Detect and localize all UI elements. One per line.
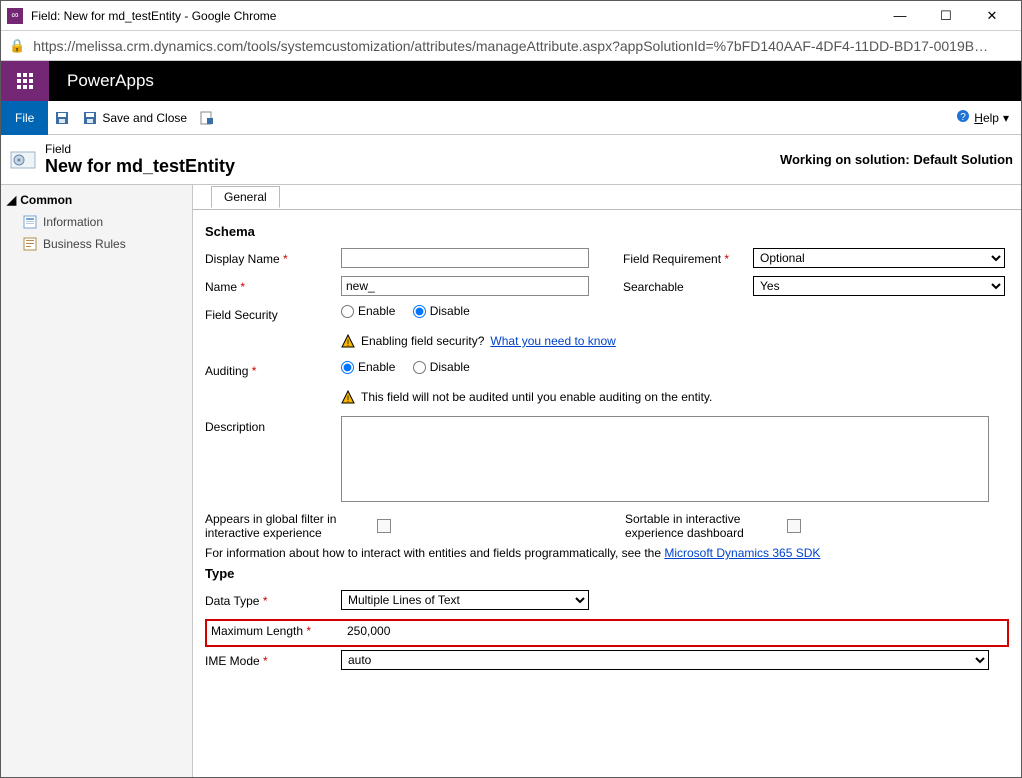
field-security-help-link[interactable]: What you need to know: [490, 334, 615, 348]
properties-icon: [199, 110, 215, 126]
save-close-icon: [82, 110, 98, 126]
close-window-button[interactable]: ✕: [969, 1, 1015, 31]
field-requirement-select[interactable]: Optional: [753, 248, 1005, 268]
window-title: Field: New for md_testEntity - Google Ch…: [31, 9, 877, 23]
data-type-select[interactable]: Multiple Lines of Text: [341, 590, 589, 610]
nav-item-label: Information: [43, 215, 103, 229]
section-schema: Schema: [205, 224, 1009, 239]
section-type: Type: [205, 566, 1009, 581]
lock-icon: 🔒: [9, 38, 25, 54]
auditing-enable-radio[interactable]: Enable: [341, 360, 395, 374]
auditing-warning-text: This field will not be audited until you…: [361, 390, 712, 404]
nav-item-information[interactable]: Information: [1, 211, 192, 233]
field-requirement-label: Field Requirement: [623, 248, 753, 266]
display-name-input[interactable]: [341, 248, 589, 268]
description-textarea[interactable]: [341, 416, 989, 502]
warning-icon: !: [341, 390, 355, 404]
solution-indicator: Working on solution: Default Solution: [780, 152, 1013, 167]
field-security-warning-text: Enabling field security?: [361, 334, 484, 348]
auditing-label: Auditing: [205, 360, 341, 378]
chevron-down-icon: ▾: [1003, 111, 1009, 125]
display-name-label: Display Name: [205, 248, 341, 266]
nav-item-label: Business Rules: [43, 237, 126, 251]
nav-item-business-rules[interactable]: Business Rules: [1, 233, 192, 255]
caret-down-icon: ◢: [7, 193, 16, 207]
ime-mode-select[interactable]: auto: [341, 650, 989, 670]
searchable-select[interactable]: Yes: [753, 276, 1005, 296]
help-menu[interactable]: ? Help ▾: [956, 109, 1021, 126]
name-label: Name: [205, 276, 341, 294]
help-icon: ?: [956, 109, 970, 126]
nav-section-common[interactable]: ◢ Common: [1, 189, 192, 211]
sdk-link[interactable]: Microsoft Dynamics 365 SDK: [664, 546, 820, 560]
max-length-label: Maximum Length: [211, 624, 347, 638]
appears-global-filter-checkbox[interactable]: [377, 519, 391, 533]
address-bar[interactable]: https://melissa.crm.dynamics.com/tools/s…: [33, 38, 993, 54]
sdk-info-text: For information about how to interact wi…: [205, 546, 664, 560]
form-title: New for md_testEntity: [45, 156, 780, 177]
field-security-disable-radio[interactable]: Disable: [413, 304, 470, 318]
save-and-close-button[interactable]: Save and Close: [76, 101, 193, 135]
form-icon: [23, 215, 37, 229]
svg-text:?: ?: [961, 112, 967, 123]
appears-global-filter-label: Appears in global filter in interactive …: [205, 512, 365, 540]
warning-icon: !: [341, 334, 355, 348]
save-button[interactable]: [48, 101, 76, 135]
rules-icon: [23, 237, 37, 251]
max-length-input[interactable]: [347, 624, 967, 638]
auditing-disable-radio[interactable]: Disable: [413, 360, 470, 374]
ime-mode-label: IME Mode: [205, 650, 341, 668]
searchable-label: Searchable: [623, 276, 753, 294]
form-subtitle: Field: [45, 142, 780, 156]
field-security-label: Field Security: [205, 304, 341, 322]
svg-text:!: !: [347, 338, 350, 348]
nav-section-label: Common: [20, 193, 72, 207]
file-menu[interactable]: File: [1, 101, 48, 135]
sortable-dashboard-checkbox[interactable]: [787, 519, 801, 533]
field-security-enable-radio[interactable]: Enable: [341, 304, 395, 318]
save-icon: [54, 110, 70, 126]
description-label: Description: [205, 416, 341, 434]
app-launcher-icon[interactable]: [1, 61, 49, 101]
maximize-button[interactable]: ☐: [923, 1, 969, 31]
app-favicon: ∞: [7, 8, 23, 24]
sortable-dashboard-label: Sortable in interactive experience dashb…: [625, 512, 775, 540]
brand-title: PowerApps: [49, 71, 154, 91]
tab-general[interactable]: General: [211, 186, 280, 208]
data-type-label: Data Type: [205, 590, 341, 608]
minimize-button[interactable]: —: [877, 1, 923, 31]
toolbar-action-button[interactable]: [193, 101, 221, 135]
svg-text:!: !: [347, 394, 350, 404]
entity-gear-icon: [9, 146, 37, 174]
help-label: elp: [983, 111, 999, 125]
name-input[interactable]: [341, 276, 589, 296]
save-close-label: Save and Close: [102, 111, 187, 125]
